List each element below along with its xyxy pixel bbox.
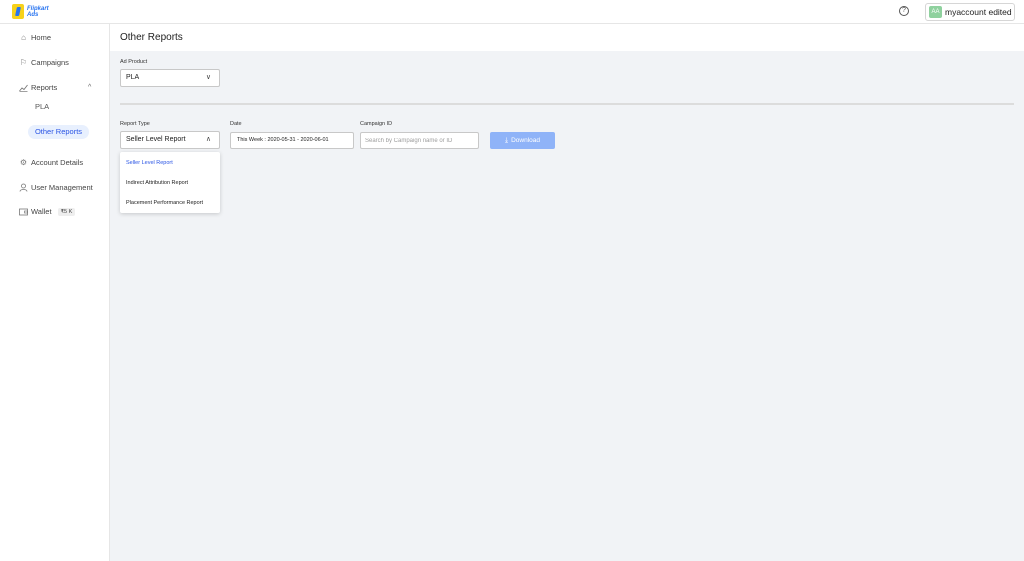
dropdown-option[interactable]: Seller Level Report	[126, 160, 173, 166]
campaign-search-input[interactable]	[360, 132, 479, 149]
sidebar-item-label: Campaigns	[31, 58, 69, 67]
campaign-id-label: Campaign ID	[360, 121, 393, 127]
help-icon[interactable]: ?	[899, 6, 909, 16]
logo-text: Flipkart Ads	[27, 6, 49, 18]
logo-icon	[12, 4, 24, 19]
sidebar-item-user-management[interactable]: User Management	[19, 183, 93, 192]
report-type-label: Report Type	[120, 121, 150, 127]
chart-icon	[19, 83, 28, 92]
report-type-select[interactable]: Seller Level Report ∧	[120, 131, 220, 149]
report-type-dropdown: Seller Level Report Indirect Attribution…	[120, 152, 220, 213]
sidebar-item-label: Home	[31, 33, 52, 42]
flag-icon: ⚐	[19, 58, 28, 67]
top-bar: Flipkart Ads ? AA myaccount edited	[0, 0, 1024, 24]
wallet-icon	[19, 207, 28, 216]
gear-icon: ⚙	[19, 158, 28, 167]
ad-product-label: Ad Product	[120, 59, 148, 65]
account-button[interactable]: AA myaccount edited	[925, 3, 1015, 21]
sidebar-item-label: Wallet	[31, 207, 52, 216]
chevron-down-icon: ∨	[205, 74, 211, 81]
wallet-balance-badge: ₹5 K	[57, 207, 76, 216]
report-type-value: Seller Level Report	[126, 136, 186, 143]
sidebar-item-label: User Management	[31, 183, 93, 192]
sidebar-item-label: Reports	[31, 83, 58, 92]
ad-product-select[interactable]: PLA ∨	[120, 69, 220, 87]
page-header: Other Reports	[110, 24, 1024, 51]
user-icon	[19, 183, 28, 192]
sidebar-item-account-details[interactable]: ⚙ Account Details	[19, 158, 83, 167]
main-content: Ad Product PLA ∨ Report Type Seller Leve…	[110, 51, 1024, 561]
download-button[interactable]: ⤓ Download	[490, 132, 555, 149]
account-name: myaccount edited	[945, 7, 1012, 17]
chevron-up-icon: ∧	[205, 136, 211, 143]
ad-product-value: PLA	[126, 74, 140, 81]
dropdown-option[interactable]: Placement Performance Report	[126, 200, 203, 206]
sidebar: ⌂ Home ⚐ Campaigns Reports ^ PLA Other R…	[0, 24, 110, 561]
chevron-up-icon[interactable]: ^	[88, 84, 91, 91]
download-icon: ⤓	[504, 136, 509, 144]
flipkart-ads-logo[interactable]: Flipkart Ads	[12, 4, 49, 19]
divider	[120, 103, 1014, 105]
sidebar-item-campaigns[interactable]: ⚐ Campaigns	[19, 58, 69, 67]
download-label: Download	[511, 137, 541, 144]
date-range-picker[interactable]: This Week : 2020-05-31 - 2020-06-01	[230, 132, 354, 149]
sidebar-item-reports[interactable]: Reports	[19, 83, 57, 92]
sidebar-item-label: Account Details	[31, 158, 84, 167]
home-icon: ⌂	[21, 33, 26, 42]
sidebar-subitem-pla[interactable]: PLA	[35, 102, 49, 111]
sidebar-subitem-other-reports[interactable]: Other Reports	[28, 125, 89, 139]
dropdown-option[interactable]: Indirect Attribution Report	[126, 180, 188, 186]
sidebar-item-home[interactable]: ⌂ Home	[19, 33, 51, 42]
page-title: Other Reports	[120, 32, 183, 43]
date-label: Date	[230, 121, 242, 127]
logo-line-2: Ads	[27, 11, 39, 18]
avatar: AA	[929, 6, 942, 18]
sidebar-item-wallet[interactable]: Wallet ₹5 K	[19, 207, 76, 216]
